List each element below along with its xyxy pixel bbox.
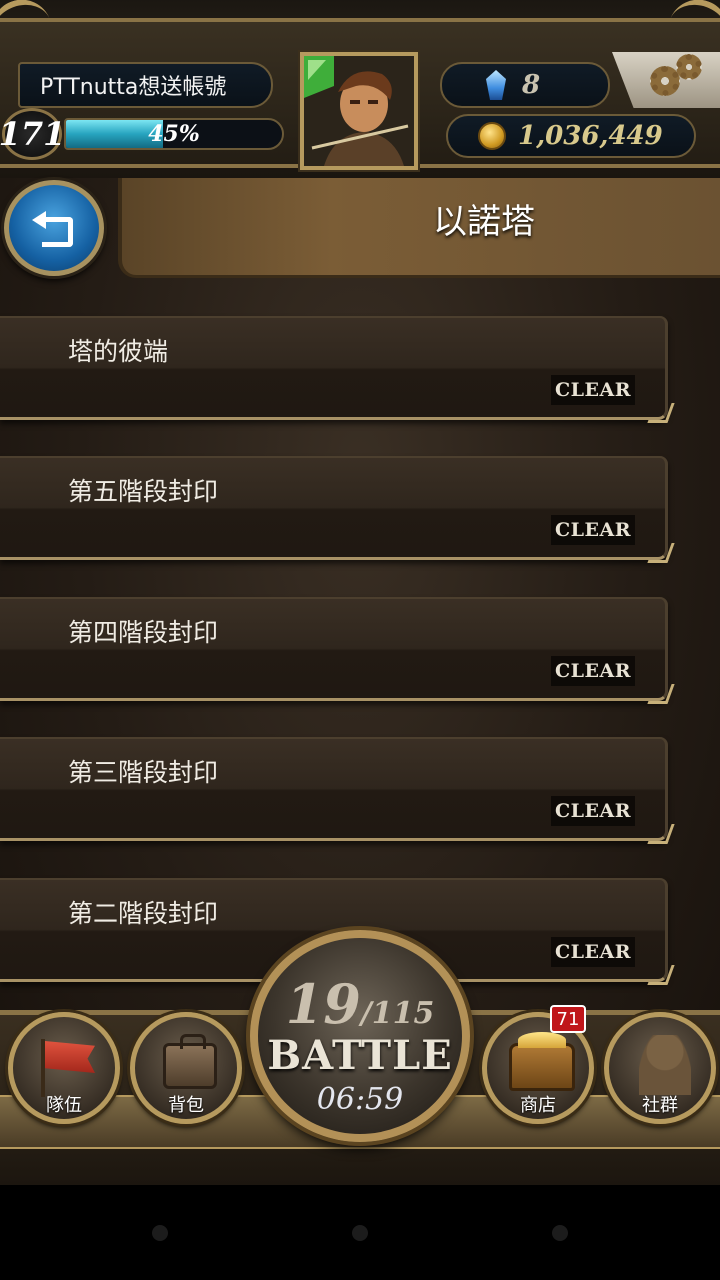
nav-team-label: 隊伍 [46, 1095, 82, 1116]
flag-icon [41, 1039, 95, 1097]
coin-counter[interactable]: 1,036,449 [446, 114, 696, 158]
stage-item[interactable]: 第四階段封印 CLEAR [0, 597, 675, 704]
shop-notification-badge: 71 [550, 1005, 586, 1033]
clear-badge: CLEAR [551, 515, 635, 545]
clear-badge: CLEAR [551, 937, 635, 967]
exp-bar: 45% [64, 118, 284, 150]
page-title: 以諾塔 [433, 202, 535, 242]
coin-count: 1,036,449 [518, 121, 663, 151]
corner-ornament [647, 403, 675, 423]
header: PTTnutta想送帳號 45% 171 8 1,036,449 [0, 0, 720, 178]
home-nav-icon[interactable] [352, 1225, 368, 1241]
stamina-current: 19 [285, 972, 361, 1036]
stage-item[interactable]: 塔的彼端 CLEAR [0, 316, 675, 423]
bag-icon [163, 1034, 217, 1089]
nav-bag-label: 背包 [168, 1095, 204, 1116]
clear-badge: CLEAR [551, 375, 635, 405]
title-bar: 以諾塔 [118, 178, 720, 278]
recents-nav-icon[interactable] [552, 1225, 568, 1241]
stage-name: 塔的彼端 [68, 337, 169, 366]
treasure-chest-icon [509, 1032, 575, 1091]
corner-ornament [647, 684, 675, 704]
stamina-timer: 06:59 [316, 1082, 404, 1117]
player-name: PTTnutta想送帳號 [40, 75, 227, 100]
leader-portrait-icon [304, 56, 414, 166]
stage-item[interactable]: 第三階段封印 CLEAR [0, 737, 675, 844]
stage-item[interactable]: 第五階段封印 CLEAR [0, 456, 675, 563]
corner-ornament [647, 965, 675, 985]
back-nav-icon[interactable] [152, 1225, 168, 1241]
system-nav-bar [0, 1185, 720, 1280]
gem-count: 8 [522, 70, 541, 100]
coin-icon [478, 122, 506, 150]
battle-label: BATTLE [267, 1032, 453, 1079]
leader-portrait[interactable] [300, 52, 418, 170]
battle-button[interactable]: 19/115 BATTLE 06:59 [250, 930, 470, 1142]
stage-name: 第四階段封印 [68, 618, 219, 647]
clear-badge: CLEAR [551, 656, 635, 686]
player-level: 171 [0, 115, 66, 153]
stamina-counter: 19/115 [258, 972, 462, 1036]
clear-badge: CLEAR [551, 796, 635, 826]
game-screen: PTTnutta想送帳號 45% 171 8 1,036,449 以諾塔 塔的彼… [0, 0, 720, 1185]
gear-icon [676, 54, 702, 80]
stage-name: 第二階段封印 [68, 899, 219, 928]
corner-ornament [647, 824, 675, 844]
nav-social-label: 社群 [642, 1095, 678, 1116]
corner-ornament [647, 543, 675, 563]
nav-team-button[interactable]: 隊伍 [8, 1012, 120, 1124]
back-arrow-icon [32, 211, 76, 247]
player-level-badge: 171 [0, 108, 66, 160]
stage-name: 第五階段封印 [68, 477, 219, 506]
stage-name: 第三階段封印 [68, 758, 219, 787]
nav-bag-button[interactable]: 背包 [130, 1012, 242, 1124]
player-name-plate[interactable]: PTTnutta想送帳號 [18, 62, 273, 108]
nav-shop-label: 商店 [520, 1095, 556, 1116]
nav-social-button[interactable]: 社群 [604, 1012, 716, 1124]
exp-percent: 45% [148, 121, 200, 147]
gem-icon [486, 70, 506, 100]
people-icon [639, 1035, 691, 1095]
back-button[interactable] [4, 180, 104, 276]
gem-counter[interactable]: 8 [440, 62, 610, 108]
stamina-max: /115 [360, 996, 435, 1031]
